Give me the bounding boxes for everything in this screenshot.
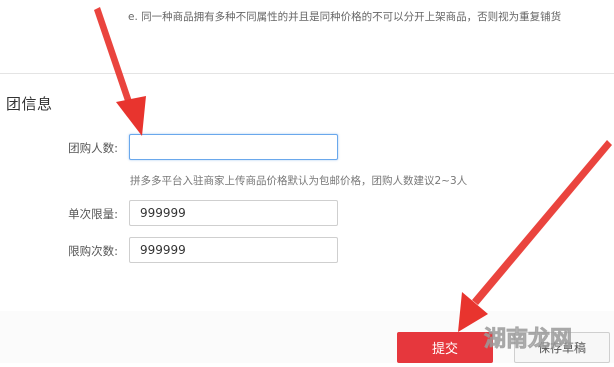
submit-button[interactable]: 提交 (397, 332, 493, 363)
arrow-to-submit-button (458, 140, 612, 332)
purchase-limit-input[interactable] (129, 237, 338, 263)
section-title: 团信息 (6, 95, 53, 113)
group-size-input[interactable] (129, 134, 338, 160)
single-limit-label: 单次限量: (68, 207, 118, 221)
listing-rule-note: e. 同一种商品拥有多种不同属性的并且是同种价格的不可以分开上架商品，否则视为重… (128, 11, 562, 23)
single-limit-input[interactable] (129, 200, 338, 226)
save-draft-button[interactable]: 保存草稿 (514, 332, 610, 363)
section-divider (0, 73, 614, 74)
group-size-hint: 拼多多平台入驻商家上传商品价格默认为包邮价格，团购人数建议2~3人 (130, 175, 468, 187)
group-size-label: 团购人数: (68, 141, 118, 155)
purchase-limit-label: 限购次数: (68, 244, 118, 258)
arrow-to-group-size-input (94, 7, 146, 136)
